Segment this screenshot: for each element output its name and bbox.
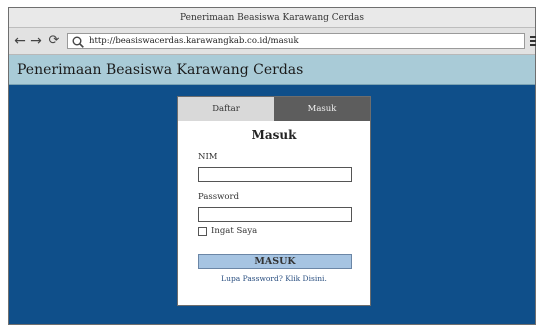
hamburger-menu-icon[interactable] [530,36,536,46]
address-bar[interactable]: http://beasiswacerdas.karawangkab.co.id/… [67,33,525,49]
url-text: http://beasiswacerdas.karawangkab.co.id/… [89,36,299,46]
auth-tabs: Daftar Masuk [178,97,370,121]
back-arrow-icon[interactable]: ← [13,32,27,50]
remember-me[interactable]: Ingat Saya [198,226,370,236]
tab-masuk[interactable]: Masuk [274,97,370,121]
remember-label: Ingat Saya [211,226,258,236]
password-label: Password [198,192,240,202]
password-input[interactable] [198,207,352,222]
nim-input[interactable] [198,167,352,182]
forgot-password-link[interactable]: Lupa Password? Klik Disini. [178,274,370,283]
login-panel: Daftar Masuk Masuk NIM Password Ingat Sa… [177,96,371,306]
search-icon [71,34,85,48]
window-titlebar: Penerimaan Beasiswa Karawang Cerdas [9,8,535,28]
browser-toolbar: ← → ⟳ http://beasiswacerdas.karawangkab.… [9,28,536,55]
app-title: Penerimaan Beasiswa Karawang Cerdas [17,61,304,78]
form-title: Masuk [251,128,297,142]
app-header: Penerimaan Beasiswa Karawang Cerdas [9,55,535,85]
browser-window: Penerimaan Beasiswa Karawang Cerdas ← → … [8,7,536,325]
login-button[interactable]: MASUK [198,254,352,269]
reload-icon[interactable]: ⟳ [47,32,61,50]
remember-checkbox[interactable] [198,226,207,236]
nim-label: NIM [198,152,218,162]
window-title: Penerimaan Beasiswa Karawang Cerdas [179,12,365,23]
forward-arrow-icon[interactable]: → [29,32,43,50]
tab-daftar[interactable]: Daftar [178,97,274,121]
